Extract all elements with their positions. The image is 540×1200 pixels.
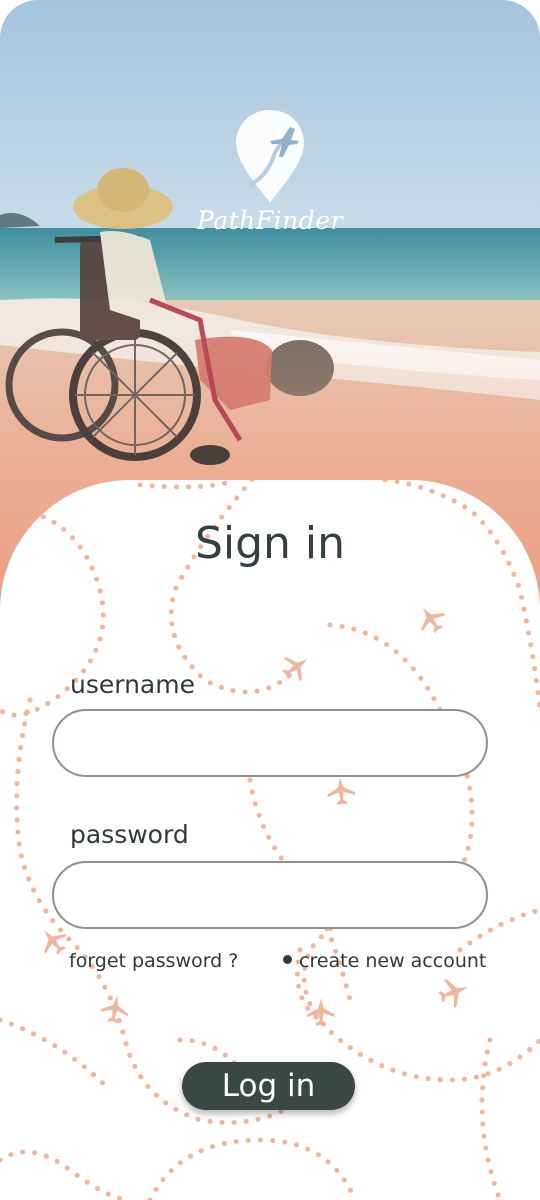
- password-field[interactable]: [52, 861, 488, 929]
- username-field[interactable]: [52, 709, 488, 777]
- signin-card: Sign in username password forget passwor…: [0, 480, 540, 1200]
- page-title: Sign in: [194, 518, 346, 569]
- login-button[interactable]: Log in: [182, 1062, 355, 1110]
- login-screen: PathFinder Sign in username password for…: [0, 0, 540, 1200]
- bullet-icon: [283, 955, 292, 964]
- password-label: password: [70, 820, 189, 849]
- password-input[interactable]: [54, 863, 486, 927]
- username-input[interactable]: [54, 711, 486, 775]
- forget-password-link[interactable]: forget password ?: [69, 950, 238, 972]
- brand-name: PathFinder: [197, 206, 343, 235]
- create-account-link[interactable]: create new account: [283, 950, 486, 972]
- create-account-label: create new account: [299, 950, 487, 972]
- username-label: username: [70, 670, 195, 699]
